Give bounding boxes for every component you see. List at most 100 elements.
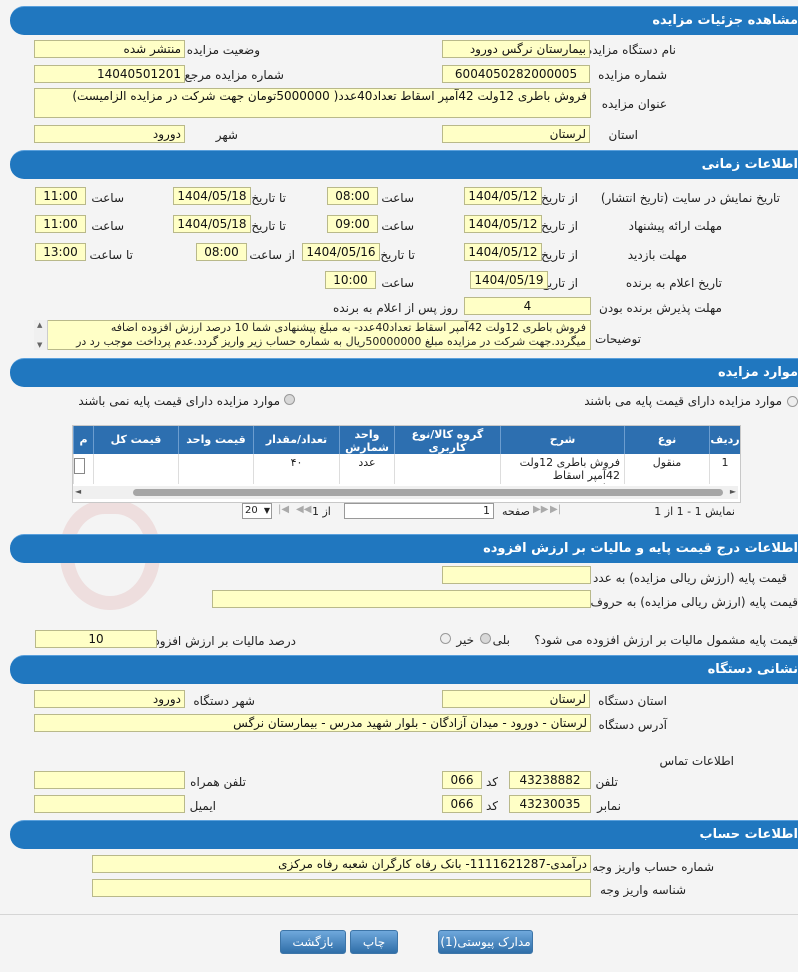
accept-field: 4 [464,297,591,315]
time-label: ساعت [381,276,414,290]
grid-col-header[interactable]: شرح [500,426,624,454]
phone-field: 43238882 [509,771,591,789]
fax-label: نمابر [597,799,621,813]
grid-pager: نمایش 1 - 1 از 1 ▶| ▶▶ صفحه 1 از 1 ◀◀ |◀… [72,503,739,521]
grid-col-header[interactable]: گروه کالا/نوع کاربری [394,426,500,454]
scroll-up-icon[interactable]: ▲ [37,321,42,329]
grid-col-header[interactable]: واحد شمارش [339,426,394,454]
grid-col-header[interactable]: قیمت کل [93,426,178,454]
yes-label: بلی [492,633,510,647]
ref-no-label: شماره مزایده مرجع [184,68,284,82]
city-label: شهر [215,128,238,142]
cell-select[interactable] [73,454,93,484]
to-date-label: تا تاریخ [251,191,286,205]
section-title: اطلاعات حساب [699,827,798,842]
to-date-label: تا تاریخ [251,219,286,233]
section-title: اطلاعات زمانی [701,157,798,172]
description-box[interactable]: فروش باطری 12ولت 42آمپر اسقاط تعداد40عدد… [34,320,591,350]
province-field: لرستان [442,125,590,143]
page-size-select[interactable]: 20 ▼ [242,503,272,519]
from-date-label: از تاریخ [541,248,578,262]
offer-from-field: 1404/05/12 [464,215,542,233]
divider [0,914,798,915]
attachments-button[interactable]: مدارک پیوستی(1) [438,930,533,954]
section-header-account: اطلاعات حساب [10,820,798,849]
description-line: میگردد.جهت شرکت در مزایده مبلغ 50000000ر… [76,335,586,348]
vat-percent-field: 10 [35,630,157,648]
mobile-field [34,771,185,789]
back-button[interactable]: بازگشت [280,930,346,954]
last-page-icon[interactable]: |◀ [278,504,289,515]
scroll-right-icon[interactable]: ► [730,487,736,496]
base-text-label: قیمت پایه (ارزش ریالی مزایده) به حروف [590,595,798,609]
phone-code-field: 066 [442,771,482,789]
ref-no-field: 14040501201 [34,65,185,83]
grid-col-header[interactable]: ردیف [709,426,740,454]
title-label: عنوان مزایده [601,97,667,111]
grid-col-header[interactable]: م [73,426,93,454]
cell-total-price [93,454,178,484]
section-header-address: نشانی دستگاه [10,655,798,684]
cell-index: 1 [709,454,740,484]
email-label: ایمیل [189,799,216,813]
cell-unit-price [178,454,253,484]
publish-to-field: 1404/05/18 [173,187,251,205]
time-label: ساعت [91,219,124,233]
offer-to-field: 1404/05/18 [173,215,251,233]
without-base-radio[interactable] [284,394,295,405]
title-field: فروش باطری 12ولت 42آمپر اسقاط تعداد40عدد… [34,88,591,118]
cell-group [394,454,500,484]
offer-time2-field: 11:00 [35,215,86,233]
dev-city-field: دورود [34,690,185,708]
offer-label: مهلت ارائه پیشنهاد [628,219,722,233]
base-num-field [442,566,591,584]
auction-no-label: شماره مزایده [598,68,667,82]
section-title: موارد مزایده [718,365,798,380]
scroll-thumb[interactable] [133,489,723,496]
page-input[interactable]: 1 [344,503,494,519]
mobile-label: تلفن همراه [190,775,246,789]
agency-field: بیمارستان نرگس دورود [442,40,590,58]
dev-province-field: لرستان [442,690,590,708]
desc-label: توضیحات [594,332,641,346]
winner-date-field: 1404/05/19 [470,271,548,289]
row-select-icon[interactable] [74,458,85,474]
offer-time1-field: 09:00 [327,215,378,233]
status-field: منتشر شده [34,40,185,58]
vat-yes-radio[interactable] [480,633,491,644]
print-button[interactable]: چاپ [350,930,398,954]
city-field: دورود [34,125,185,143]
publish-time2-field: 11:00 [35,187,86,205]
time-label: ساعت [381,219,414,233]
grid-hscroll[interactable]: ◄ ► [73,486,738,499]
vat-no-radio[interactable] [440,633,451,644]
publish-label: تاریخ نمایش در سایت (تاریخ انتشار) [600,191,780,205]
section-title: اطلاعات درج قیمت پایه و مالیات بر ارزش ا… [483,541,798,556]
base-num-label: قیمت پایه (ارزش ریالی مزایده) به عدد [592,571,787,585]
visit-time-to-field: 13:00 [35,243,86,261]
scroll-left-icon[interactable]: ◄ [75,487,81,496]
cell-qty: ۴۰ [253,454,339,484]
fax-code-field: 066 [442,795,482,813]
email-field [34,795,185,813]
next-page-icon[interactable]: ◀◀ [296,504,311,515]
section-header-items: موارد مزایده [10,358,798,387]
section-header-pricing: اطلاعات درج قیمت پایه و مالیات بر ارزش ا… [10,534,798,563]
grid-col-header[interactable]: تعداد/مقدار [253,426,339,454]
grid-col-header[interactable]: قیمت واحد [178,426,253,454]
fax-field: 43230035 [509,795,591,813]
grid-col-header[interactable]: نوع [624,426,709,454]
first-page-icon[interactable]: ▶| [550,504,561,515]
dev-address-label: آدرس دستگاه [598,718,667,732]
dev-city-label: شهر دستگاه [193,694,255,708]
with-base-radio[interactable] [787,396,798,407]
dev-address-field: لرستان - دورود - میدان آزادگان - بلوار ش… [34,714,591,732]
scroll-down-icon[interactable]: ▼ [37,341,42,349]
no-label: خیر [456,633,474,647]
phone-label: تلفن [595,775,618,789]
section-header-details: مشاهده جزئیات مزایده [10,6,798,35]
cell-desc: فروش باطری 12ولت 42آمپر اسقاط تعداد40عدد [500,454,624,484]
prev-page-icon[interactable]: ▶▶ [533,504,548,515]
visit-to-field: 1404/05/16 [302,243,380,261]
description-scrollbar[interactable]: ▲ ▼ [34,320,48,350]
